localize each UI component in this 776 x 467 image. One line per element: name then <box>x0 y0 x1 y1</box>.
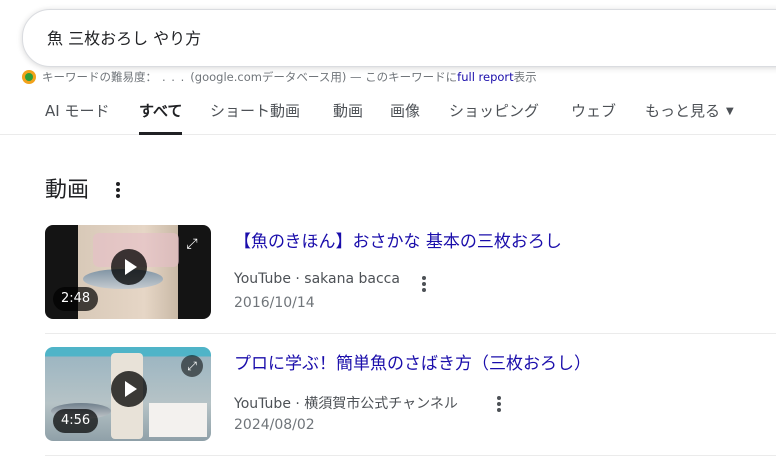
video-date: 2024/08/02 <box>234 417 315 433</box>
tab-images[interactable]: 画像 <box>390 100 420 121</box>
expand-icon[interactable]: ⤢ <box>181 233 203 255</box>
search-input[interactable]: 魚 三枚おろし やり方 <box>47 25 201 49</box>
tab-more[interactable]: もっと見る ▼ <box>645 100 734 121</box>
play-icon <box>111 249 147 285</box>
seo-badge-icon <box>22 70 36 84</box>
full-report-link[interactable]: full report <box>457 70 514 84</box>
video-duration: 4:56 <box>53 409 99 433</box>
keyword-database-note: (google.comデータベース用) — このキーワードに <box>190 70 458 84</box>
divider <box>45 333 776 334</box>
more-vert-icon[interactable] <box>116 182 120 198</box>
video-title[interactable]: プロに学ぶ！簡単魚のさばき方（三枚おろし） <box>234 349 591 374</box>
video-source: YouTube · 横須賀市公式チャンネル <box>234 396 458 412</box>
tab-more-label: もっと見る <box>645 102 721 120</box>
video-thumbnail[interactable]: ⤢ 4:56 <box>45 347 211 441</box>
tab-videos[interactable]: 動画 <box>333 100 363 121</box>
video-title[interactable]: 【魚のきほん】おさかな 基本の三枚おろし <box>234 227 562 252</box>
more-vert-icon[interactable] <box>422 276 426 292</box>
video-source: YouTube · sakana bacca <box>234 271 400 287</box>
play-icon <box>111 371 147 407</box>
video-duration: 2:48 <box>53 287 99 311</box>
keyword-display-label: 表示 <box>513 70 537 84</box>
tab-web[interactable]: ウェブ <box>571 100 616 121</box>
tab-short-videos[interactable]: ショート動画 <box>210 100 300 121</box>
video-result[interactable]: ⤢ 2:48 【魚のきほん】おさかな 基本の三枚おろし YouTube · sa… <box>45 225 776 345</box>
divider <box>45 455 776 456</box>
expand-icon[interactable]: ⤢ <box>181 355 203 377</box>
video-date: 2016/10/14 <box>234 295 315 311</box>
video-result[interactable]: ⤢ 4:56 プロに学ぶ！簡単魚のさばき方（三枚おろし） YouTube · 横… <box>45 347 776 467</box>
keyword-difficulty-label: キーワードの難易度： <box>42 70 157 84</box>
video-thumbnail[interactable]: ⤢ 2:48 <box>45 225 211 319</box>
search-tabs: AI モード すべて ショート動画 動画 画像 ショッピング ウェブ もっと見る… <box>0 92 776 135</box>
more-vert-icon[interactable] <box>497 396 501 412</box>
tab-shopping[interactable]: ショッピング <box>449 100 539 121</box>
search-bar[interactable]: 魚 三枚おろし やり方 <box>22 9 776 67</box>
keyword-difficulty-bar: キーワードの難易度： . . . (google.comデータベース用) — こ… <box>22 68 537 86</box>
section-title: 動画 <box>45 178 90 203</box>
tab-all[interactable]: すべて <box>139 100 183 135</box>
tab-ai-mode[interactable]: AI モード <box>45 100 109 121</box>
caret-down-icon: ▼ <box>726 106 734 117</box>
keyword-difficulty-dots: . . . <box>162 70 186 84</box>
